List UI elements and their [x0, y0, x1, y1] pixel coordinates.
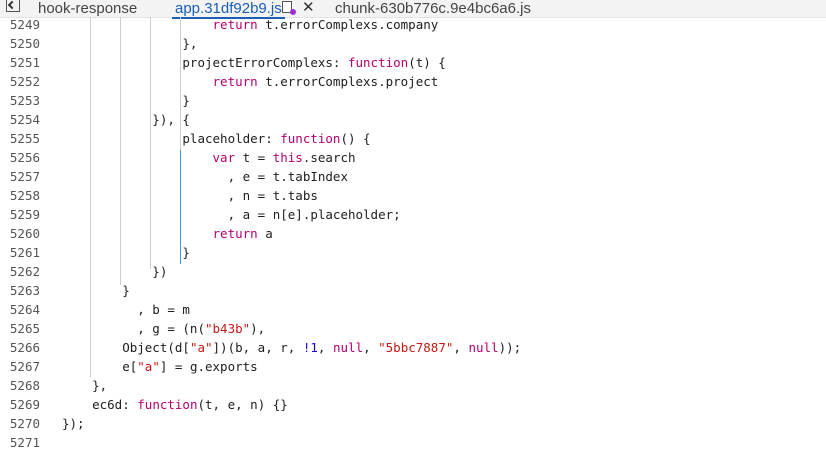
code-line[interactable]: 5264 , b = m	[0, 300, 826, 319]
code-line[interactable]: 5267 e["a"] = g.exports	[0, 357, 826, 376]
line-number: 5258	[9, 188, 40, 203]
line-number: 5254	[9, 112, 40, 127]
code-text: }	[62, 245, 190, 260]
code-line[interactable]: 5252 return t.errorComplexs.project	[0, 72, 826, 91]
code-text: , a = n[e].placeholder;	[62, 207, 401, 222]
code-line[interactable]: 5262 })	[0, 262, 826, 281]
line-number: 5271	[9, 435, 40, 450]
code-text: Object(d["a"])(b, a, r, !1, null, "5bbc7…	[62, 340, 522, 355]
line-number: 5270	[9, 416, 40, 431]
code-text: , g = (n("b43b"),	[62, 321, 266, 336]
code-line[interactable]: 5251 projectErrorComplexs: function(t) {	[0, 53, 826, 72]
code-line[interactable]: 5255 placeholder: function() {	[0, 129, 826, 148]
line-number: 5261	[9, 245, 40, 260]
code-line[interactable]: 5250 },	[0, 34, 826, 53]
code-line[interactable]: 5271	[0, 433, 826, 452]
code-text: projectErrorComplexs: function(t) {	[62, 55, 446, 70]
code-text: }), {	[62, 112, 190, 127]
code-text: return a	[212, 226, 273, 241]
line-number: 5269	[9, 397, 40, 412]
line-number: 5252	[9, 74, 40, 89]
code-line[interactable]: 5259 , a = n[e].placeholder;	[0, 205, 826, 224]
code-line[interactable]: 5257 , e = t.tabIndex	[0, 167, 826, 186]
close-icon[interactable]: ✕	[302, 0, 315, 16]
code-line[interactable]: 5261 }	[0, 243, 826, 262]
code-line[interactable]: 5249 return t.errorComplexs.company	[0, 15, 826, 34]
code-text: ec6d: function(t, e, n) {}	[62, 397, 288, 412]
line-number: 5264	[9, 302, 40, 317]
line-number: 5267	[9, 359, 40, 374]
code-editor[interactable]: 5249 return t.errorComplexs.company 5250 …	[0, 17, 826, 455]
code-text: var t = this.search	[212, 150, 356, 165]
code-text: , e = t.tabIndex	[62, 169, 348, 184]
code-line[interactable]: 5269 ec6d: function(t, e, n) {}	[0, 395, 826, 414]
code-text: e["a"] = g.exports	[62, 359, 258, 374]
code-line[interactable]: 5256 var t = this.search	[0, 148, 826, 167]
code-text: , n = t.tabs	[62, 188, 318, 203]
code-text: , b = m	[62, 302, 190, 317]
code-line[interactable]: 5260 return a	[0, 224, 826, 243]
code-text: placeholder: function() {	[62, 131, 371, 146]
code-text: return t.errorComplexs.company	[212, 17, 439, 32]
code-text: }	[62, 93, 190, 108]
code-line[interactable]: 5263 }	[0, 281, 826, 300]
line-number: 5259	[9, 207, 40, 222]
code-text: },	[62, 378, 108, 393]
code-line[interactable]: 5266 Object(d["a"])(b, a, r, !1, null, "…	[0, 338, 826, 357]
line-number: 5257	[9, 169, 40, 184]
back-arrow-icon[interactable]	[6, 0, 20, 12]
code-text: });	[62, 416, 85, 431]
code-text: },	[62, 36, 198, 51]
code-line[interactable]: 5258 , n = t.tabs	[0, 186, 826, 205]
code-text: }	[62, 283, 130, 298]
line-number: 5256	[9, 150, 40, 165]
line-number: 5260	[9, 226, 40, 241]
line-number: 5249	[9, 17, 40, 32]
line-number: 5268	[9, 378, 40, 393]
line-number: 5250	[9, 36, 40, 51]
code-line[interactable]: 5270});	[0, 414, 826, 433]
line-number: 5263	[9, 283, 40, 298]
line-number: 5251	[9, 55, 40, 70]
line-number: 5262	[9, 264, 40, 279]
line-number: 5266	[9, 340, 40, 355]
line-number: 5265	[9, 321, 40, 336]
line-number: 5253	[9, 93, 40, 108]
code-text: return t.errorComplexs.project	[212, 74, 439, 89]
code-line[interactable]: 5268 },	[0, 376, 826, 395]
line-number: 5255	[9, 131, 40, 146]
code-line[interactable]: 5265 , g = (n("b43b"),	[0, 319, 826, 338]
code-line[interactable]: 5254 }), {	[0, 110, 826, 129]
code-text: })	[62, 264, 168, 279]
code-line[interactable]: 5253 }	[0, 91, 826, 110]
